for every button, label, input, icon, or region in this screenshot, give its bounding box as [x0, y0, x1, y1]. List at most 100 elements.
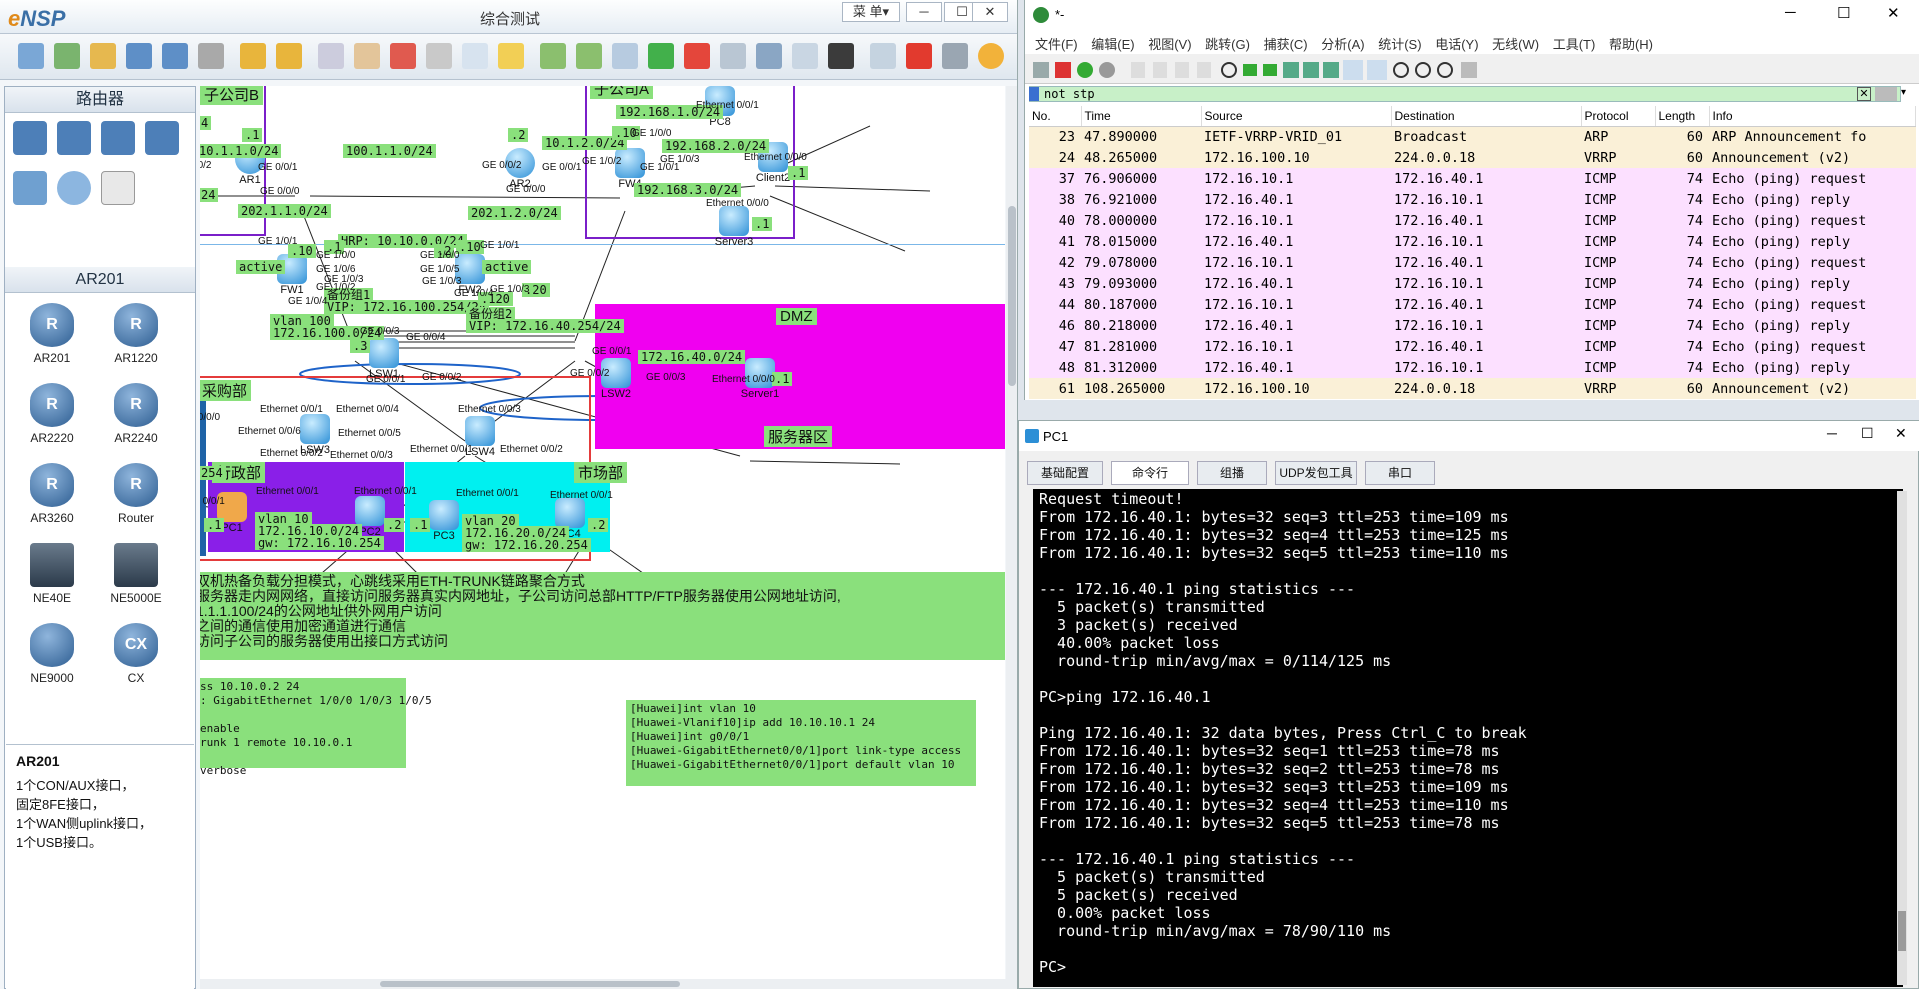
hand-icon[interactable] [354, 43, 380, 69]
device-ne40e[interactable]: NE40E [17, 543, 87, 605]
column-length[interactable]: Length [1655, 106, 1710, 127]
router-category-icon[interactable] [13, 121, 47, 155]
forward-icon[interactable] [1263, 64, 1277, 76]
close-button[interactable]: ✕ [972, 2, 1008, 22]
huawei-icon[interactable] [906, 43, 932, 69]
save-as-icon[interactable] [162, 43, 188, 69]
tab-multicast[interactable]: 组播 [1197, 461, 1267, 485]
stop-icon[interactable] [684, 43, 710, 69]
column-protocol[interactable]: Protocol [1581, 106, 1656, 127]
command-console[interactable]: Request timeout! From 172.16.40.1: bytes… [1033, 489, 1903, 987]
packet-row[interactable]: 47 81.281000 172.16.10.1 172.16.40.1 ICMP 74 E… [1029, 336, 1916, 357]
tab-udp-tool[interactable]: UDP发包工具 [1275, 461, 1357, 485]
packet-row[interactable]: 61 108.265000 172.16.100.10 224.0.0.18 VRRP 6… [1029, 378, 1916, 399]
packet-row[interactable]: 24 48.265000 172.16.100.10 224.0.0.18 VRRP 60… [1029, 147, 1916, 168]
palette-group-routers[interactable]: 路由器 [5, 87, 195, 113]
minimize-button[interactable]: ─ [1785, 4, 1796, 21]
capture-icon[interactable] [720, 43, 746, 69]
device-ar2220[interactable]: R AR2220 [17, 383, 87, 445]
last-icon[interactable] [1323, 62, 1339, 78]
autoscroll-icon[interactable] [1343, 60, 1363, 80]
menu-edit[interactable]: 编辑(E) [1091, 34, 1134, 53]
open-file-icon[interactable] [1131, 62, 1145, 78]
restart-capture-icon[interactable] [1077, 62, 1093, 78]
canvas-horizontal-scrollbar[interactable] [200, 979, 1006, 989]
device-router[interactable]: R Router [101, 463, 171, 525]
back-icon[interactable] [1243, 64, 1257, 76]
close-file-icon[interactable] [1175, 62, 1189, 78]
console-scrollbar[interactable] [1897, 491, 1907, 985]
column-source[interactable]: Source [1201, 106, 1392, 127]
switch-category-icon[interactable] [57, 121, 91, 155]
menu-analyze[interactable]: 分析(A) [1321, 34, 1364, 53]
firewall-category-icon[interactable] [145, 121, 179, 155]
menu-wireless[interactable]: 无线(W) [1492, 34, 1539, 53]
first-icon[interactable] [1303, 62, 1319, 78]
canvas-vertical-scrollbar[interactable] [1006, 86, 1017, 989]
find-icon[interactable] [1221, 62, 1237, 78]
topology-icon[interactable] [756, 43, 782, 69]
apply-filter-icon[interactable] [1875, 87, 1897, 101]
rectangle-icon[interactable] [498, 43, 524, 69]
fit-icon[interactable] [612, 43, 638, 69]
column-no[interactable]: No. [1029, 106, 1082, 127]
device-ar2240[interactable]: R AR2240 [101, 383, 171, 445]
node-server3[interactable]: Server3 [714, 206, 754, 248]
zoom-out-icon[interactable] [576, 43, 602, 69]
redo-icon[interactable] [276, 43, 302, 69]
maximize-button[interactable]: ☐ [1861, 425, 1874, 442]
packet-row[interactable]: 23 47.890000 IETF-VRRP-VRID_01 Broadcast ARP… [1029, 126, 1916, 147]
cloud-category-icon[interactable] [57, 171, 91, 205]
filter-dropdown-icon[interactable]: ▾ [1901, 87, 1913, 101]
minimize-button[interactable]: ─ [1827, 425, 1837, 441]
settings-icon[interactable] [942, 43, 968, 69]
device-cx[interactable]: CX CX [101, 623, 171, 685]
delete-icon[interactable] [390, 43, 416, 69]
packet-row[interactable]: 42 79.078000 172.16.10.1 172.16.40.1 ICMP 74 E… [1029, 252, 1916, 273]
device-ne9000[interactable]: NE9000 [17, 623, 87, 685]
maximize-button[interactable]: ☐ [1837, 4, 1850, 22]
packet-row[interactable]: 41 78.015000 172.16.40.1 172.16.10.1 ICMP 74 E… [1029, 231, 1916, 252]
minimize-button[interactable]: ─ [906, 2, 942, 22]
pointer-icon[interactable] [318, 43, 344, 69]
packet-row[interactable]: 43 79.093000 172.16.40.1 172.16.10.1 ICMP 74 E… [1029, 273, 1916, 294]
close-button[interactable]: ✕ [1887, 4, 1900, 22]
packet-row[interactable]: 38 76.921000 172.16.40.1 172.16.10.1 ICMP 74 E… [1029, 189, 1916, 210]
start-icon[interactable] [648, 43, 674, 69]
packet-row[interactable]: 46 80.218000 172.16.40.1 172.16.10.1 ICMP 74 E… [1029, 315, 1916, 336]
text-icon[interactable] [462, 43, 488, 69]
topology-canvas[interactable]: 子公司B 子公司A DMZ 服务器区 采购部 行政部 市场部 AR1 AR2 F… [200, 86, 1005, 989]
new-example-icon[interactable] [54, 43, 80, 69]
packet-row[interactable]: 37 76.906000 172.16.10.1 172.16.40.1 ICMP 74 E… [1029, 168, 1916, 189]
menu-capture[interactable]: 捕获(C) [1264, 34, 1308, 53]
open-icon[interactable] [90, 43, 116, 69]
palette-group-ar201[interactable]: AR201 [5, 267, 195, 293]
delete-link-icon[interactable] [426, 43, 452, 69]
goto-icon[interactable] [1283, 62, 1299, 78]
packet-list[interactable]: No. Time Source Destination Protocol Len… [1029, 106, 1916, 399]
terminal-category-icon[interactable] [13, 171, 47, 205]
node-lsw2[interactable]: LSW2 [596, 358, 636, 400]
zoom-normal-icon[interactable] [1437, 62, 1453, 78]
menu-view[interactable]: 视图(V) [1148, 34, 1191, 53]
wlan-category-icon[interactable] [101, 121, 135, 155]
bookmark-icon[interactable] [1029, 87, 1039, 101]
column-info[interactable]: Info [1709, 106, 1916, 127]
new-topology-icon[interactable] [18, 43, 44, 69]
connection-category-icon[interactable] [101, 171, 135, 205]
menu-tools[interactable]: 工具(T) [1553, 34, 1596, 53]
help-icon[interactable] [978, 43, 1004, 69]
tab-serial[interactable]: 串口 [1365, 461, 1435, 485]
display-filter-input[interactable]: not stp [1029, 86, 1901, 102]
options-icon[interactable] [1099, 62, 1115, 78]
column-destination[interactable]: Destination [1391, 106, 1582, 127]
save-file-icon[interactable] [1153, 62, 1167, 78]
forum-icon[interactable] [870, 43, 896, 69]
device-ar201[interactable]: R AR201 [17, 303, 87, 365]
stop-capture-icon[interactable] [1055, 62, 1071, 78]
column-time[interactable]: Time [1081, 106, 1202, 127]
packet-row[interactable]: 44 80.187000 172.16.10.1 172.16.40.1 ICMP 74 E… [1029, 294, 1916, 315]
menu-statistics[interactable]: 统计(S) [1378, 34, 1421, 53]
clear-filter-icon[interactable]: ✕ [1857, 87, 1871, 101]
print-icon[interactable] [198, 43, 224, 69]
